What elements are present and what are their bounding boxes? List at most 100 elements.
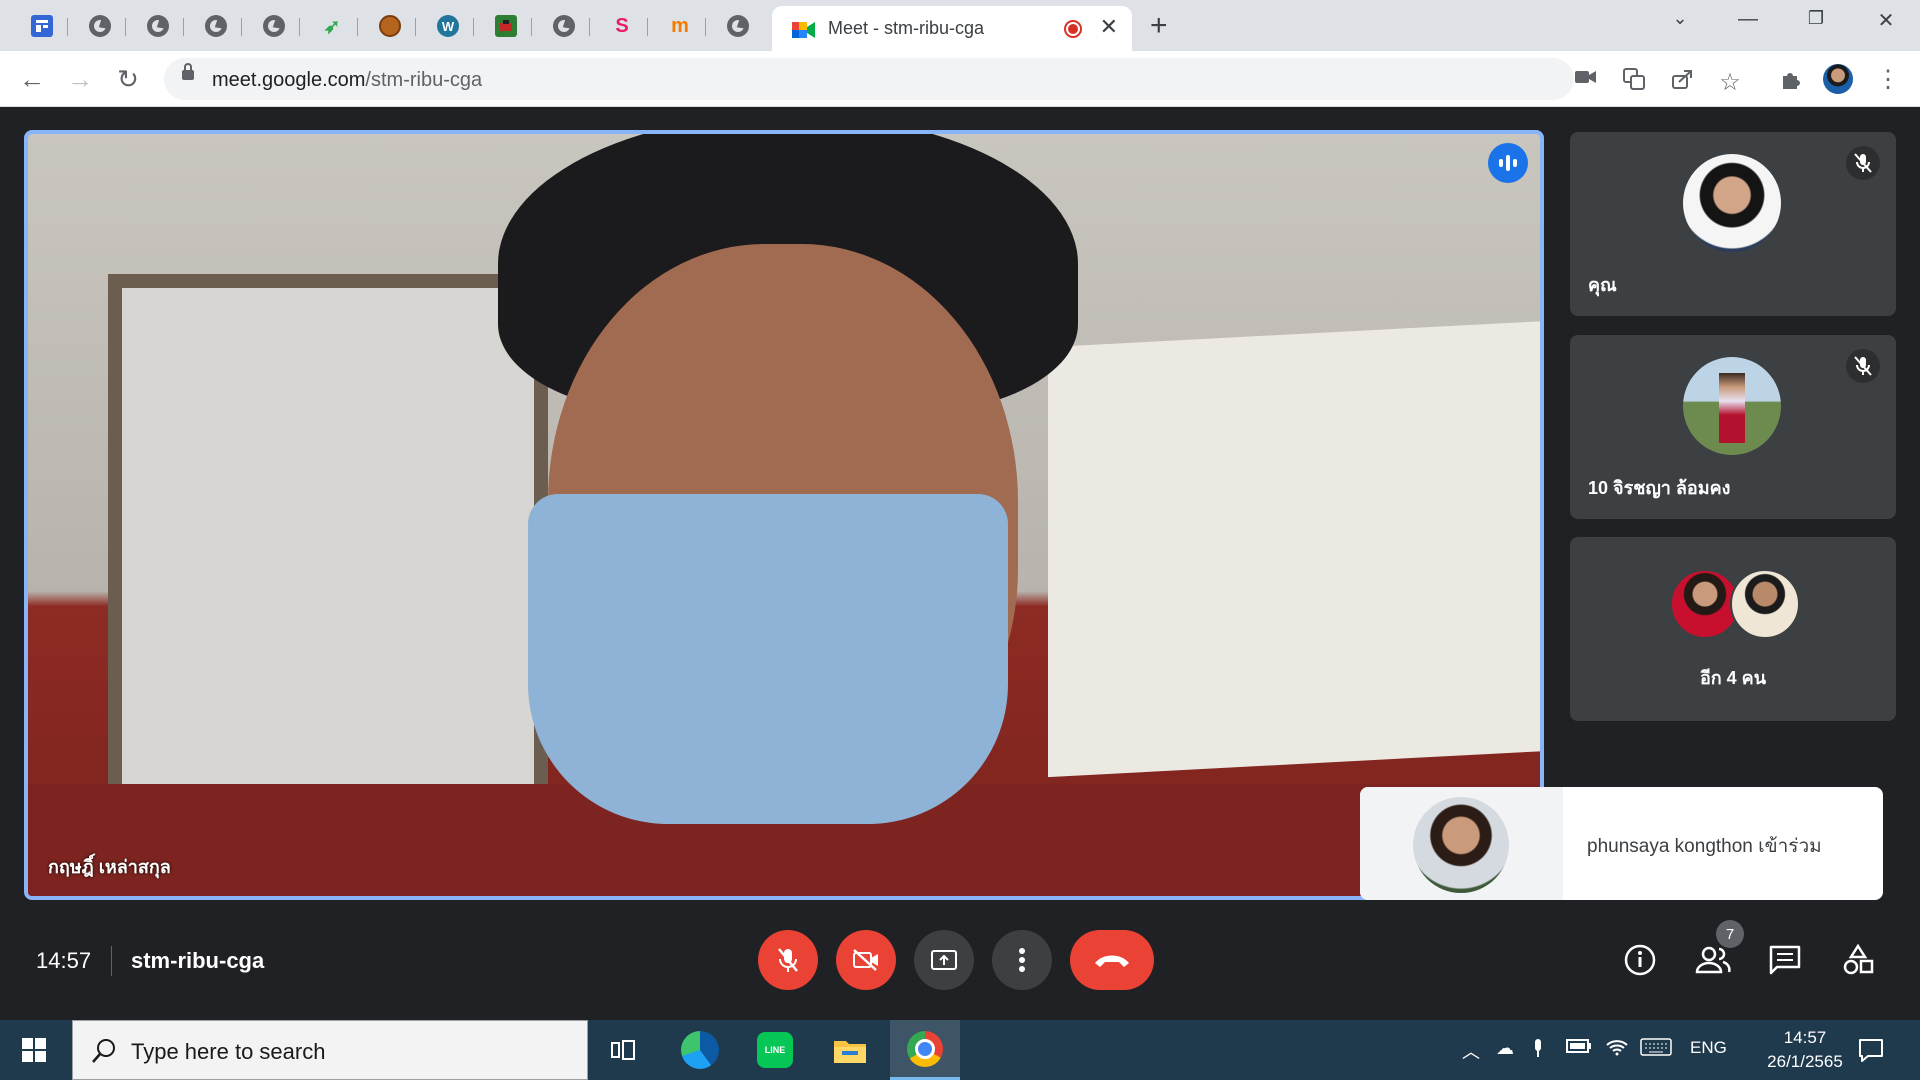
start-button[interactable] (22, 1038, 46, 1062)
file-explorer-icon[interactable] (815, 1020, 885, 1080)
background-whiteboard (1048, 320, 1540, 778)
share-icon[interactable] (1670, 68, 1694, 92)
mic-toggle-button[interactable] (758, 930, 818, 990)
pinned-tab-1[interactable] (74, 8, 126, 44)
participant-tile-others[interactable]: อีก 4 คน (1570, 537, 1896, 721)
pinned-tab-6[interactable] (364, 8, 416, 44)
reload-button[interactable]: ↻ (110, 61, 146, 97)
close-tab-icon[interactable]: ✕ (1100, 16, 1118, 38)
line-app-icon[interactable]: LINE (740, 1020, 810, 1080)
forward-button[interactable]: → (62, 61, 98, 97)
address-bar[interactable]: meet.google.com/stm-ribu-cga ☆ (164, 58, 1741, 100)
participant-count-badge: 7 (1716, 920, 1744, 948)
line-label: LINE (757, 1032, 793, 1068)
pinned-tab-11[interactable]: m (654, 8, 706, 44)
hang-up-icon (1095, 955, 1129, 967)
camera-toggle-button[interactable] (836, 930, 896, 990)
image-icon (495, 15, 517, 37)
pinned-tab-calendar[interactable] (16, 8, 68, 44)
avatar (1413, 797, 1509, 893)
activities-button[interactable] (1838, 940, 1878, 980)
meeting-details-button[interactable] (1620, 940, 1660, 980)
camera-icon[interactable] (1574, 68, 1598, 92)
participant-name: คุณ (1588, 275, 1617, 295)
seal-icon (379, 15, 401, 37)
microphone-icon[interactable] (1532, 1038, 1544, 1063)
close-window-button[interactable]: ✕ (1866, 8, 1906, 33)
pinned-tab-10[interactable]: S (596, 8, 648, 44)
join-notification: phunsaya kongthon เข้าร่วม (1360, 787, 1883, 900)
globe-icon (263, 15, 285, 37)
onedrive-icon[interactable]: ☁ (1496, 1038, 1514, 1059)
pinned-tab-7[interactable]: W (422, 8, 474, 44)
windows-taskbar: Type here to search LINE ︿ ☁ ENG 14:57 2… (0, 1020, 1920, 1080)
bookmark-star-icon[interactable]: ☆ (1718, 68, 1742, 96)
taskbar-search-box[interactable]: Type here to search (72, 1020, 588, 1080)
avatar (1730, 569, 1800, 639)
notification-text: phunsaya kongthon เข้าร่วม (1587, 836, 1822, 857)
meet-icon (792, 20, 815, 38)
pinned-tab-5[interactable]: ➶ (306, 8, 358, 44)
meeting-clock: 14:57 (36, 948, 92, 973)
lock-icon (182, 63, 194, 80)
clock-time: 14:57 (1783, 1028, 1827, 1047)
pinned-tab-12[interactable] (712, 8, 764, 44)
show-hidden-icons-chevron[interactable]: ︿ (1462, 1038, 1480, 1064)
pinned-tab-3[interactable] (190, 8, 242, 44)
chat-button[interactable] (1765, 940, 1805, 980)
language-indicator[interactable]: ENG (1690, 1038, 1727, 1058)
present-screen-icon (931, 950, 957, 970)
globe-icon (727, 15, 749, 37)
leaf-icon: ➶ (323, 15, 341, 38)
tab-search-icon[interactable]: ⌄ (1660, 8, 1700, 29)
browser-toolbar: ← → ↻ meet.google.com/stm-ribu-cga ☆ ⋮ (0, 51, 1920, 107)
avatar (1683, 154, 1781, 252)
mic-off-icon (1846, 146, 1880, 180)
edge-icon[interactable] (665, 1020, 735, 1080)
search-icon (92, 1039, 115, 1063)
extensions-icon[interactable] (1772, 61, 1808, 97)
participant-name: อีก 4 คน (1699, 668, 1767, 688)
keyboard-icon[interactable] (1640, 1038, 1672, 1061)
battery-icon[interactable] (1566, 1038, 1592, 1059)
chat-icon (1769, 945, 1801, 975)
participant-tile-2[interactable]: 10 จิรชญา ล้อมคง (1570, 335, 1896, 519)
chrome-taskbar-icon[interactable] (890, 1020, 960, 1080)
minimize-button[interactable]: — (1728, 8, 1768, 31)
pinned-tab-4[interactable] (248, 8, 300, 44)
wifi-icon[interactable] (1606, 1038, 1628, 1061)
people-icon (1695, 946, 1731, 974)
system-clock[interactable]: 14:57 26/1/2565 (1750, 1026, 1860, 1074)
tab-title: Meet - stm-ribu-cga (828, 18, 985, 38)
recording-icon (1064, 20, 1082, 38)
more-options-button[interactable] (992, 930, 1052, 990)
task-view-icon[interactable] (588, 1020, 658, 1080)
leave-call-button[interactable] (1070, 930, 1154, 990)
pinned-tab-9[interactable] (538, 8, 590, 44)
restore-button[interactable]: ❐ (1796, 8, 1836, 29)
camera-off-icon (853, 949, 878, 971)
globe-icon (147, 15, 169, 37)
menu-icon[interactable]: ⋮ (1870, 61, 1906, 97)
m-icon: m (671, 14, 689, 37)
globe-icon (89, 15, 111, 37)
notification-center-icon[interactable] (1858, 1038, 1884, 1067)
new-tab-button[interactable]: + (1150, 11, 1168, 41)
calendar-icon (31, 15, 53, 37)
present-button[interactable] (914, 930, 974, 990)
tab-meet[interactable]: Meet - stm-ribu-cga ✕ (772, 6, 1132, 51)
pinned-tab-8[interactable] (480, 8, 532, 44)
pinned-tab-2[interactable] (132, 8, 184, 44)
participant-tile-you[interactable]: คุณ (1570, 132, 1896, 316)
mic-off-icon (1846, 349, 1880, 383)
wordpress-icon: W (437, 15, 459, 37)
back-button[interactable]: ← (14, 61, 50, 97)
s-icon: S (615, 14, 629, 37)
speaking-indicator-icon (1488, 143, 1528, 183)
activities-shapes-icon (1843, 944, 1874, 975)
url-path: /stm-ribu-cga (365, 69, 483, 91)
profile-avatar[interactable] (1820, 61, 1856, 97)
search-placeholder: Type here to search (131, 1039, 326, 1064)
speaker-mask (528, 494, 1008, 824)
translate-icon[interactable] (1622, 68, 1646, 92)
